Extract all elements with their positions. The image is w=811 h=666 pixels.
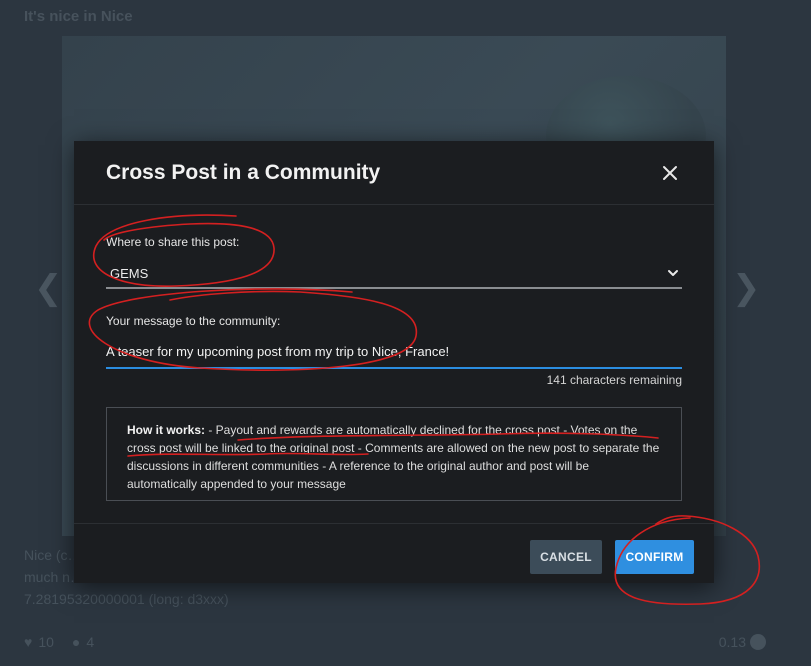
post-body-line: 7.28195320000001 (long: d3xxx) xyxy=(24,591,229,607)
token-icon xyxy=(750,634,766,650)
heart-icon: ♥ xyxy=(24,634,33,650)
vote-count: 10 xyxy=(38,634,54,650)
cross-post-dialog: Cross Post in a Community Where to share… xyxy=(74,141,714,583)
message-label: Your message to the community: xyxy=(106,314,281,328)
chevron-left-icon[interactable]: ❮ xyxy=(34,268,63,308)
comment-icon: ● xyxy=(71,634,81,650)
dialog-title: Cross Post in a Community xyxy=(106,160,381,184)
payout-value: 0.13 xyxy=(719,634,766,650)
dialog-footer: CANCEL CONFIRM xyxy=(74,523,714,583)
vote-control[interactable]: ♥ 10 xyxy=(24,634,54,650)
chevron-right-icon[interactable]: ❯ xyxy=(732,268,761,308)
message-input[interactable] xyxy=(106,335,682,369)
close-icon[interactable] xyxy=(658,161,682,185)
cancel-button[interactable]: CANCEL xyxy=(530,540,602,574)
comment-count: 4 xyxy=(86,634,95,650)
community-select-value: GEMS xyxy=(110,265,149,281)
confirm-button[interactable]: CONFIRM xyxy=(615,540,694,574)
post-footer: ♥ 10 ● 4 0.13 xyxy=(24,634,766,650)
payout-amount: 0.13 xyxy=(718,634,746,650)
dialog-header: Cross Post in a Community xyxy=(74,141,714,205)
how-it-works-text: - Payout and rewards are automatically d… xyxy=(127,423,660,491)
community-select[interactable]: GEMS xyxy=(106,259,682,289)
post-title: It's nice in Nice xyxy=(24,8,133,25)
comment-control[interactable]: ● 4 xyxy=(72,634,94,650)
chevron-down-icon xyxy=(668,270,678,276)
how-it-works-label: How it works: xyxy=(127,423,206,437)
how-it-works-box: How it works: - Payout and rewards are a… xyxy=(106,407,682,501)
chars-remaining: 141 characters remaining xyxy=(546,373,682,387)
community-label: Where to share this post: xyxy=(106,235,240,249)
